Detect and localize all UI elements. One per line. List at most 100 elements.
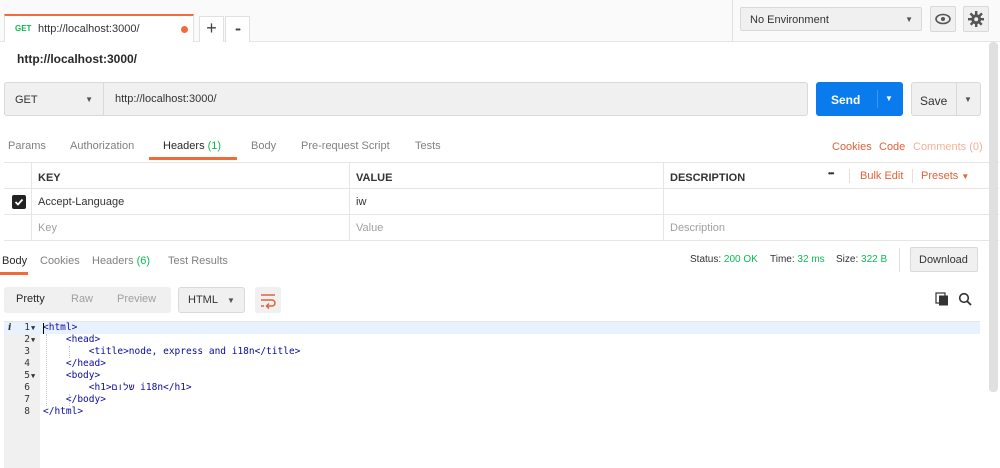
divider bbox=[899, 248, 900, 272]
pretty-button[interactable]: Pretty bbox=[16, 293, 45, 305]
response-body-editor[interactable]: i 1 ▼ <html> 2 ▼ <head> 3 <title>node, e… bbox=[4, 321, 980, 468]
download-label: Download bbox=[919, 254, 968, 266]
table-more-button[interactable]: ••• bbox=[828, 169, 834, 178]
tab-body[interactable]: Body bbox=[251, 140, 276, 152]
url-input[interactable] bbox=[104, 82, 808, 116]
tab-prerequest-script[interactable]: Pre-request Script bbox=[301, 140, 390, 152]
presets-label: Presets bbox=[921, 170, 959, 182]
response-headers-label: Headers bbox=[92, 255, 134, 267]
save-button[interactable]: Save ▼ bbox=[911, 82, 981, 116]
code-link[interactable]: Code bbox=[879, 141, 905, 153]
code-line: 5 ▼ <body> bbox=[24, 370, 101, 382]
time-info: Time: 32 ms bbox=[770, 254, 825, 265]
method-value: GET bbox=[15, 94, 38, 106]
plus-icon: + bbox=[206, 18, 217, 38]
comments-link[interactable]: Comments (0) bbox=[913, 141, 983, 153]
code-line: 3 <title>node, express and i18n</title> bbox=[24, 346, 301, 357]
method-select[interactable]: GET ▼ bbox=[4, 82, 104, 116]
status-label: Status: bbox=[690, 254, 722, 265]
format-group: Pretty Raw Preview bbox=[4, 287, 171, 313]
wrap-lines-button[interactable] bbox=[255, 287, 281, 313]
fold-arrow-icon[interactable]: ▼ bbox=[31, 370, 35, 382]
size-label: Size: bbox=[836, 254, 859, 265]
description-placeholder[interactable]: Description bbox=[670, 222, 725, 234]
code-line: 8 </html> bbox=[24, 406, 84, 417]
request-tab[interactable]: GET http://localhost:3000/ bbox=[4, 14, 194, 42]
more-icon: ••• bbox=[235, 27, 240, 34]
eye-icon bbox=[935, 13, 951, 25]
fold-arrow-icon[interactable]: ▼ bbox=[31, 322, 35, 334]
divider bbox=[912, 169, 913, 183]
language-select[interactable]: HTML ▼ bbox=[178, 287, 245, 313]
code-line: 7 </body> bbox=[24, 394, 106, 405]
download-button[interactable]: Download bbox=[910, 247, 978, 272]
tab-title: http://localhost:3000/ bbox=[38, 23, 140, 35]
time-label: Time: bbox=[770, 254, 795, 265]
save-label: Save bbox=[920, 94, 948, 108]
divider bbox=[849, 169, 850, 183]
divider bbox=[877, 90, 878, 108]
headers-table: KEY VALUE DESCRIPTION ••• Bulk Edit Pres… bbox=[4, 162, 999, 241]
bulk-edit-link[interactable]: Bulk Edit bbox=[860, 170, 903, 182]
active-tab-indicator bbox=[0, 272, 28, 275]
size-value: 322 B bbox=[861, 254, 888, 265]
tab-params[interactable]: Params bbox=[8, 140, 46, 152]
divider bbox=[956, 83, 957, 115]
environment-select[interactable]: No Environment ▼ bbox=[740, 7, 922, 31]
check-icon bbox=[14, 198, 24, 206]
code-line: 4 </head> bbox=[24, 358, 106, 369]
manage-environments-button[interactable] bbox=[963, 6, 989, 32]
cookies-link[interactable]: Cookies bbox=[832, 141, 872, 153]
fold-arrow-icon[interactable]: ▼ bbox=[31, 334, 35, 346]
tab-method: GET bbox=[15, 24, 32, 33]
environment-quick-look-button[interactable] bbox=[930, 6, 956, 32]
code-line: 2 ▼ <head> bbox=[24, 334, 101, 346]
value-placeholder[interactable]: Value bbox=[356, 222, 383, 234]
response-tab-cookies[interactable]: Cookies bbox=[40, 255, 80, 267]
environment-value: No Environment bbox=[750, 14, 829, 26]
presets-dropdown[interactable]: Presets ▼ bbox=[921, 170, 969, 182]
caret-down-icon: ▼ bbox=[961, 172, 970, 181]
header-key[interactable]: Accept-Language bbox=[38, 196, 124, 208]
unsaved-dot-icon bbox=[181, 26, 188, 33]
request-name: http://localhost:3000/ bbox=[17, 52, 138, 66]
column-value: VALUE bbox=[356, 172, 393, 184]
time-value: 32 ms bbox=[797, 254, 825, 265]
language-value: HTML bbox=[188, 294, 218, 306]
code-line: i 1 ▼ <html> bbox=[8, 322, 78, 334]
wrap-icon bbox=[261, 294, 276, 310]
column-key: KEY bbox=[38, 172, 61, 184]
text-cursor bbox=[43, 323, 44, 334]
raw-button[interactable]: Raw bbox=[71, 293, 93, 305]
key-placeholder[interactable]: Key bbox=[38, 222, 57, 234]
search-icon[interactable] bbox=[958, 292, 972, 306]
column-description: DESCRIPTION bbox=[670, 172, 746, 184]
preview-button[interactable]: Preview bbox=[117, 293, 156, 305]
tab-headers[interactable]: Headers (1) bbox=[163, 140, 221, 152]
response-headers-count: (6) bbox=[136, 255, 151, 267]
caret-down-icon[interactable]: ▼ bbox=[964, 95, 972, 104]
new-tab-button[interactable]: + bbox=[199, 16, 224, 42]
active-tab-indicator bbox=[149, 157, 237, 160]
response-tab-body[interactable]: Body bbox=[2, 255, 27, 267]
caret-down-icon: ▼ bbox=[227, 296, 235, 305]
headers-count: (1) bbox=[207, 140, 222, 152]
tab-more-button[interactable]: ••• bbox=[225, 16, 250, 42]
send-button[interactable]: Send ▼ bbox=[816, 82, 903, 116]
tab-authorization[interactable]: Authorization bbox=[70, 140, 134, 152]
gear-icon bbox=[968, 11, 984, 27]
send-label: Send bbox=[831, 93, 861, 107]
response-tab-headers[interactable]: Headers (6) bbox=[92, 255, 150, 267]
table-header-row: KEY VALUE DESCRIPTION ••• Bulk Edit Pres… bbox=[4, 162, 999, 189]
caret-down-icon[interactable]: ▼ bbox=[885, 94, 893, 103]
size-info: Size: 322 B bbox=[836, 254, 887, 265]
header-value[interactable]: iw bbox=[356, 196, 366, 208]
copy-icon[interactable] bbox=[935, 292, 949, 306]
status-value: 200 OK bbox=[723, 254, 758, 265]
response-tab-test-results[interactable]: Test Results bbox=[168, 255, 228, 267]
scrollbar[interactable] bbox=[989, 42, 998, 392]
tab-tests[interactable]: Tests bbox=[415, 140, 441, 152]
enabled-checkbox[interactable] bbox=[12, 195, 26, 209]
header-description[interactable] bbox=[663, 189, 999, 214]
code-line: 6 <h1>שלום i18n</h1> bbox=[24, 382, 192, 393]
